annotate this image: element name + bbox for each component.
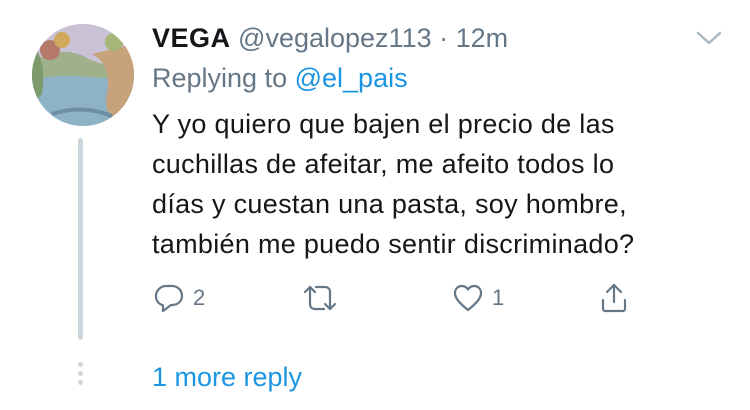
tweet-header: VEGA @vegalopez113 · 12m	[152, 20, 508, 56]
tweet-text-line: cuchillas de afeitar, me afeito todos lo	[152, 149, 615, 179]
tweet-text-line: Y yo quiero que bajen el precio de las	[152, 109, 615, 139]
chevron-down-icon[interactable]	[694, 28, 724, 48]
tweet-text-line: días y cuestan una pasta, soy hombre,	[152, 189, 627, 219]
thread-dot	[78, 362, 83, 367]
retweet-button[interactable]	[302, 282, 346, 314]
heart-icon	[453, 284, 483, 312]
reply-button[interactable]: 2	[153, 282, 205, 314]
timestamp[interactable]: 12m	[456, 23, 509, 53]
tweet-text: Y yo quiero que bajen el precio de las c…	[152, 104, 722, 264]
replying-to-mention[interactable]: @el_pais	[295, 63, 408, 93]
thread-dot	[78, 380, 83, 385]
thread-dots	[78, 362, 84, 388]
replying-to-line: Replying to @el_pais	[152, 60, 408, 96]
replying-to-label: Replying to	[152, 63, 288, 93]
thread-dot	[78, 371, 83, 376]
display-name[interactable]: VEGA	[152, 23, 231, 53]
share-icon	[601, 283, 627, 313]
share-button[interactable]	[598, 282, 630, 314]
reply-count: 2	[193, 285, 206, 310]
like-button[interactable]: 1	[452, 282, 504, 314]
avatar[interactable]	[32, 24, 134, 126]
user-handle[interactable]: @vegalopez113	[238, 23, 432, 53]
retweet-icon	[303, 285, 337, 311]
reply-icon	[154, 284, 184, 313]
more-replies-link[interactable]: 1 more reply	[152, 358, 302, 396]
action-bar: 2 1	[0, 282, 750, 316]
avatar-painting-image	[32, 24, 134, 126]
like-count: 1	[492, 285, 505, 310]
separator-dot: ·	[439, 23, 449, 53]
tweet-text-line: también me puedo sentir discriminado?	[152, 229, 635, 259]
